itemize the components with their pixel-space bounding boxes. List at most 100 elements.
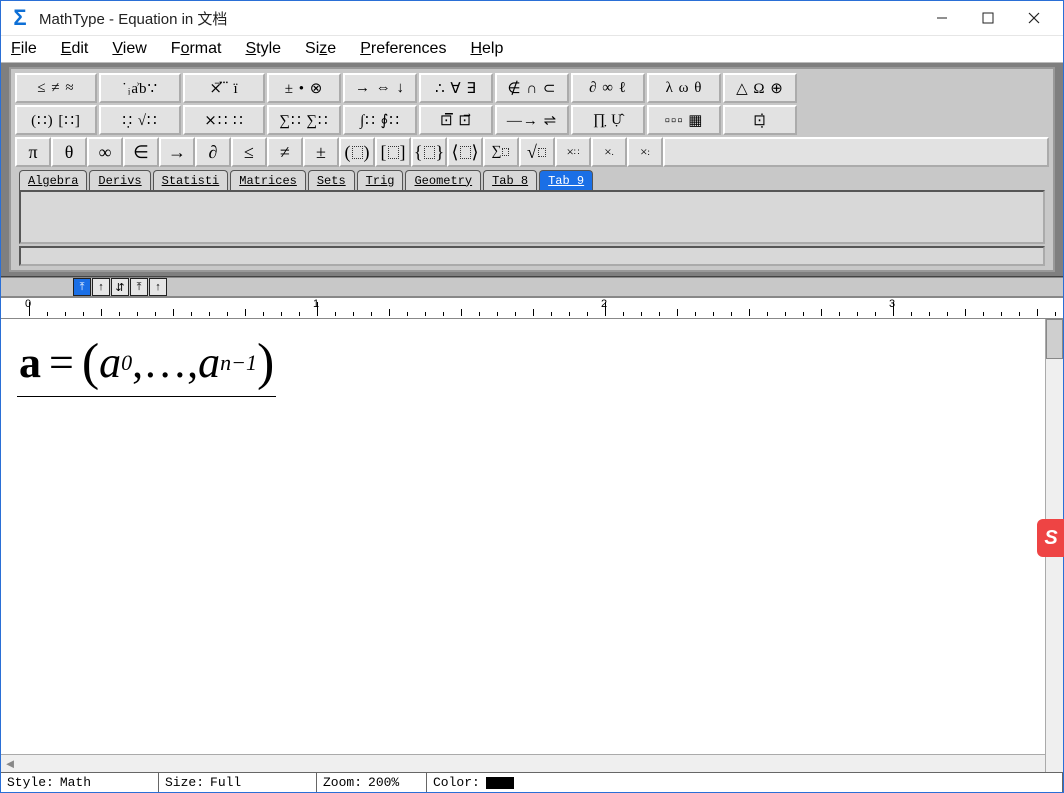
menu-bar: File Edit View Format Style Size Prefere…	[1, 35, 1063, 63]
palette-relational[interactable]: ≤ ≠ ≈	[15, 73, 97, 103]
template-matrix[interactable]: ▫▫▫ ▦	[647, 105, 721, 135]
status-color-swatch[interactable]	[486, 777, 514, 789]
sym-arrow[interactable]: →	[159, 137, 195, 167]
symbol-row: π θ ∞ ∈ → ∂ ≤ ≠ ± () [] {} ⟨⟩ ∑ √ ×∷ ×. …	[15, 137, 1049, 167]
sym-element[interactable]: ∈	[123, 137, 159, 167]
tab-row: Algebra Derivs Statisti Matrices Sets Tr…	[15, 169, 1049, 190]
sym-infinity[interactable]: ∞	[87, 137, 123, 167]
palette-greek-upper[interactable]: △ Ω ⊕	[723, 73, 797, 103]
sym-pi[interactable]: π	[15, 137, 51, 167]
sym-pm[interactable]: ±	[303, 137, 339, 167]
sym-bracket[interactable]: []	[375, 137, 411, 167]
status-size-label: Size:	[165, 775, 204, 790]
status-style-label: Style:	[7, 775, 54, 790]
palette-row-2: (∷) [∷] ∷̣ √∷ ⨯∷ ∷ ∑∷ ∑∷ ∫∷ ∮∷ ⊡̅̅ ⊡⃗ —→…	[15, 105, 1049, 135]
template-fraction[interactable]: ∷̣ √∷	[99, 105, 181, 135]
status-color-label: Color:	[433, 775, 480, 790]
eq-an: a	[198, 337, 220, 388]
palette-spaces[interactable]: ˙ᵢa͗b∵	[99, 73, 181, 103]
tab-matrices[interactable]: Matrices	[230, 170, 306, 190]
menu-edit[interactable]: Edit	[57, 38, 93, 60]
tab-algebra[interactable]: Algebra	[19, 170, 87, 190]
template-sum[interactable]: ∑∷ ∑∷	[267, 105, 341, 135]
menu-style[interactable]: Style	[241, 38, 285, 60]
palette-greek-lower[interactable]: λ ω θ	[647, 73, 721, 103]
sym-sum-sub[interactable]: ∑	[483, 137, 519, 167]
template-box[interactable]: ⊡̣̇	[723, 105, 797, 135]
palette-misc[interactable]: ∂ ∞ ℓ	[571, 73, 645, 103]
side-badge-icon[interactable]: S	[1037, 519, 1064, 557]
palette-set-theory[interactable]: ∉ ∩ ⊂	[495, 73, 569, 103]
scroll-left-icon[interactable]: ◄	[1, 755, 19, 773]
sym-neq[interactable]: ≠	[267, 137, 303, 167]
menu-preferences[interactable]: Preferences	[356, 38, 450, 60]
palette-logical[interactable]: ∴ ∀ ∃	[419, 73, 493, 103]
template-subscript[interactable]: ⨯∷ ∷	[183, 105, 265, 135]
toolbar-area: ≤ ≠ ≈ ˙ᵢa͗b∵ ×⃗ ⃛ ï ± • ⊗ → ⇔ ↓ ∴ ∀ ∃ ∉ …	[1, 63, 1063, 277]
minimize-button[interactable]	[919, 3, 965, 33]
sym-angle[interactable]: ⟨⟩	[447, 137, 483, 167]
eq-dots: …	[143, 337, 187, 388]
tab-geometry[interactable]: Geometry	[405, 170, 481, 190]
align-btn-5[interactable]: ↑	[149, 278, 167, 296]
palette-operators[interactable]: ± • ⊗	[267, 73, 341, 103]
menu-help[interactable]: Help	[466, 38, 507, 60]
equation-editor[interactable]: a = ( a 0 , … , a n−1 )	[1, 319, 1063, 754]
eq-a0: a	[99, 337, 121, 388]
equation-display[interactable]: a = ( a 0 , … , a n−1 )	[17, 333, 276, 397]
horizontal-scrollbar[interactable]: ◄ ►	[1, 754, 1063, 772]
template-fence[interactable]: (∷) [∷]	[15, 105, 97, 135]
close-button[interactable]	[1011, 3, 1057, 33]
status-bar: Style: Math Size: Full Zoom: 200% Color:	[1, 772, 1063, 792]
tab-8[interactable]: Tab 8	[483, 170, 537, 190]
palette-row-1: ≤ ≠ ≈ ˙ᵢa͗b∵ ×⃗ ⃛ ï ± • ⊗ → ⇔ ↓ ∴ ∀ ∃ ∉ …	[15, 73, 1049, 103]
template-labeled-arrow[interactable]: —→ ⇌	[495, 105, 569, 135]
eq-equals: =	[41, 337, 82, 388]
small-toolbar-well[interactable]	[19, 246, 1045, 266]
tab-9[interactable]: Tab 9	[539, 170, 593, 190]
eq-comma1: ,	[132, 337, 143, 388]
sym-paren[interactable]: ()	[339, 137, 375, 167]
title-bar: Σ MathType - Equation in 文档	[1, 1, 1063, 35]
template-product[interactable]: ∏̣ Ụ̂	[571, 105, 645, 135]
tab-trig[interactable]: Trig	[357, 170, 404, 190]
align-btn-3[interactable]: ⇵	[111, 278, 129, 296]
app-window: Σ MathType - Equation in 文档 File Edit Vi…	[0, 0, 1064, 793]
large-toolbar-well[interactable]	[19, 190, 1045, 244]
tab-statisti[interactable]: Statisti	[153, 170, 229, 190]
menu-view[interactable]: View	[108, 38, 150, 60]
eq-sub-n1: n−1	[220, 350, 257, 376]
sym-partial[interactable]: ∂	[195, 137, 231, 167]
sym-leq[interactable]: ≤	[231, 137, 267, 167]
sym-cross3[interactable]: ×:	[627, 137, 663, 167]
template-underover[interactable]: ⊡̅̅ ⊡⃗	[419, 105, 493, 135]
align-btn-2[interactable]: ↑	[92, 278, 110, 296]
app-sigma-icon: Σ	[9, 7, 31, 29]
status-zoom-label: Zoom:	[323, 775, 362, 790]
alignment-toolbar: ⤒ ↑ ⇵ ⤒ ↑	[1, 277, 1063, 297]
align-btn-1[interactable]: ⤒	[73, 278, 91, 296]
palette-frame: ≤ ≠ ≈ ˙ᵢa͗b∵ ×⃗ ⃛ ï ± • ⊗ → ⇔ ↓ ∴ ∀ ∃ ∉ …	[9, 67, 1055, 272]
tab-derivs[interactable]: Derivs	[89, 170, 150, 190]
sym-theta[interactable]: θ	[51, 137, 87, 167]
palette-embellish[interactable]: ×⃗ ⃛ ï	[183, 73, 265, 103]
ruler[interactable]: 0 1 2 3	[1, 297, 1063, 319]
menu-file[interactable]: File	[7, 38, 41, 60]
align-btn-4[interactable]: ⤒	[130, 278, 148, 296]
sym-cross2[interactable]: ×.	[591, 137, 627, 167]
menu-size[interactable]: Size	[301, 38, 340, 60]
palette-arrows[interactable]: → ⇔ ↓	[343, 73, 417, 103]
eq-lhs: a	[19, 337, 41, 388]
editor-area: a = ( a 0 , … , a n−1 ) ◄ ►	[1, 319, 1063, 772]
eq-sub-0: 0	[121, 350, 132, 376]
status-size-value: Full	[210, 775, 241, 790]
maximize-button[interactable]	[965, 3, 1011, 33]
sym-sqrt[interactable]: √	[519, 137, 555, 167]
eq-comma2: ,	[187, 337, 198, 388]
tab-sets[interactable]: Sets	[308, 170, 355, 190]
sym-brace[interactable]: {}	[411, 137, 447, 167]
menu-format[interactable]: Format	[167, 38, 226, 60]
status-style-value: Math	[60, 775, 91, 790]
sym-cross1[interactable]: ×∷	[555, 137, 591, 167]
template-integral[interactable]: ∫∷ ∮∷	[343, 105, 417, 135]
